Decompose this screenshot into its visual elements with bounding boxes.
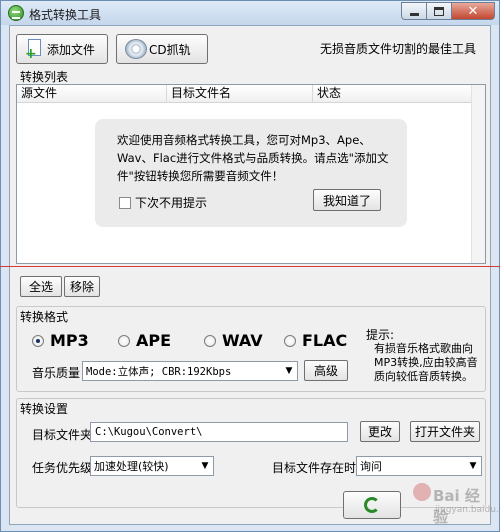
file-list-label: 转换列表 bbox=[20, 70, 69, 84]
add-file-label: 添加文件 bbox=[47, 42, 96, 57]
hint-text: 有损音乐格式歌曲向MP3转换,应由较高音质向较低音质转换。 bbox=[374, 342, 478, 383]
select-all-button[interactable]: 全选 bbox=[20, 276, 62, 297]
radio-wav-dot[interactable] bbox=[204, 334, 216, 347]
column-header-target[interactable]: 目标文件名 bbox=[167, 85, 313, 103]
title-bar[interactable]: 格式转换工具 ✕ bbox=[1, 1, 499, 25]
hint-title: 提示: bbox=[366, 328, 395, 342]
tagline: 无损音质文件切割的最佳工具 bbox=[319, 42, 476, 56]
radio-mp3-dot[interactable] bbox=[32, 334, 44, 347]
close-icon: ✕ bbox=[467, 3, 479, 19]
minimize-button[interactable] bbox=[401, 2, 427, 20]
welcome-tip-text: 欢迎使用音频格式转换工具，您可对Mp3、Ape、Wav、Flac进行文件格式与品… bbox=[117, 133, 389, 183]
file-list[interactable]: 源文件 目标文件名 状态 欢迎使用音频格式转换工具，您可对Mp3、Ape、Wav… bbox=[16, 84, 486, 264]
column-header-source[interactable]: 源文件 bbox=[17, 85, 167, 103]
maximize-button[interactable] bbox=[427, 2, 452, 20]
welcome-tip-panel: 欢迎使用音频格式转换工具，您可对Mp3、Ape、Wav、Flac进行文件格式与品… bbox=[95, 119, 407, 227]
radio-flac-dot[interactable] bbox=[284, 334, 296, 347]
add-file-button[interactable]: + 添加文件 bbox=[16, 34, 108, 64]
exists-value: 询问 bbox=[360, 460, 382, 473]
priority-select[interactable]: 加速处理(较快) ▼ bbox=[90, 456, 214, 476]
list-header: 源文件 目标文件名 状态 bbox=[17, 85, 472, 103]
priority-label: 任务优先级 bbox=[32, 461, 93, 475]
annotation-line bbox=[0, 266, 500, 267]
dont-show-again-checkbox[interactable]: 下次不用提示 bbox=[119, 194, 207, 211]
exists-label: 目标文件存在时 bbox=[272, 461, 357, 475]
quality-value: Mode:立体声; CBR:192Kbps bbox=[86, 365, 232, 378]
radio-flac[interactable]: FLAC bbox=[284, 331, 347, 350]
radio-ape-label: APE bbox=[136, 331, 172, 350]
radio-wav[interactable]: WAV bbox=[204, 331, 263, 350]
target-folder-input[interactable]: C:\Kugou\Convert\ bbox=[90, 422, 348, 442]
change-folder-button[interactable]: 更改 bbox=[360, 421, 400, 442]
window-title: 格式转换工具 bbox=[29, 8, 102, 22]
minimize-icon bbox=[409, 12, 419, 16]
checkbox-box[interactable] bbox=[119, 196, 131, 209]
chevron-down-icon: ▼ bbox=[469, 461, 477, 471]
column-header-status[interactable]: 状态 bbox=[313, 85, 472, 103]
watermark: Bai 经验 jingyan.baidu.com bbox=[373, 481, 500, 526]
cd-rip-button[interactable]: CD抓轨 bbox=[116, 34, 208, 64]
target-folder-label: 目标文件夹 bbox=[32, 428, 93, 442]
dont-show-again-label: 下次不用提示 bbox=[135, 196, 208, 210]
window-controls: ✕ bbox=[401, 2, 495, 21]
got-it-button[interactable]: 我知道了 bbox=[313, 189, 381, 211]
maximize-icon bbox=[434, 6, 444, 16]
app-logo-icon bbox=[8, 5, 24, 21]
list-scrollbar[interactable] bbox=[471, 85, 485, 263]
exists-select[interactable]: 询问 ▼ bbox=[356, 456, 482, 476]
remove-button[interactable]: 移除 bbox=[64, 276, 100, 297]
quality-label: 音乐质量 bbox=[32, 366, 81, 380]
paw-icon bbox=[413, 483, 431, 501]
advanced-button[interactable]: 高级 bbox=[304, 360, 348, 381]
radio-ape[interactable]: APE bbox=[118, 331, 171, 350]
priority-value: 加速处理(较快) bbox=[94, 460, 169, 473]
radio-mp3[interactable]: MP3 bbox=[32, 331, 89, 350]
cd-rip-label: CD抓轨 bbox=[149, 42, 191, 57]
chevron-down-icon: ▼ bbox=[201, 461, 209, 471]
format-hint: 提示: 有损音乐格式歌曲向MP3转换,应由较高音质向较低音质转换。 bbox=[366, 328, 488, 384]
radio-wav-label: WAV bbox=[222, 331, 263, 350]
close-button[interactable]: ✕ bbox=[452, 2, 495, 20]
quality-select[interactable]: Mode:立体声; CBR:192Kbps ▼ bbox=[82, 361, 298, 381]
radio-mp3-label: MP3 bbox=[50, 331, 89, 350]
radio-flac-label: FLAC bbox=[302, 331, 348, 350]
chevron-down-icon: ▼ bbox=[285, 366, 293, 376]
add-file-icon: + bbox=[25, 38, 45, 61]
open-folder-button[interactable]: 打开文件夹 bbox=[410, 421, 480, 442]
cd-disc-icon bbox=[125, 39, 147, 59]
radio-ape-dot[interactable] bbox=[118, 334, 130, 347]
watermark-sub: jingyan.baidu.com bbox=[435, 505, 500, 515]
client-area: + 添加文件 CD抓轨 无损音质文件切割的最佳工具 转换列表 源文件 目标文件名… bbox=[9, 25, 491, 525]
